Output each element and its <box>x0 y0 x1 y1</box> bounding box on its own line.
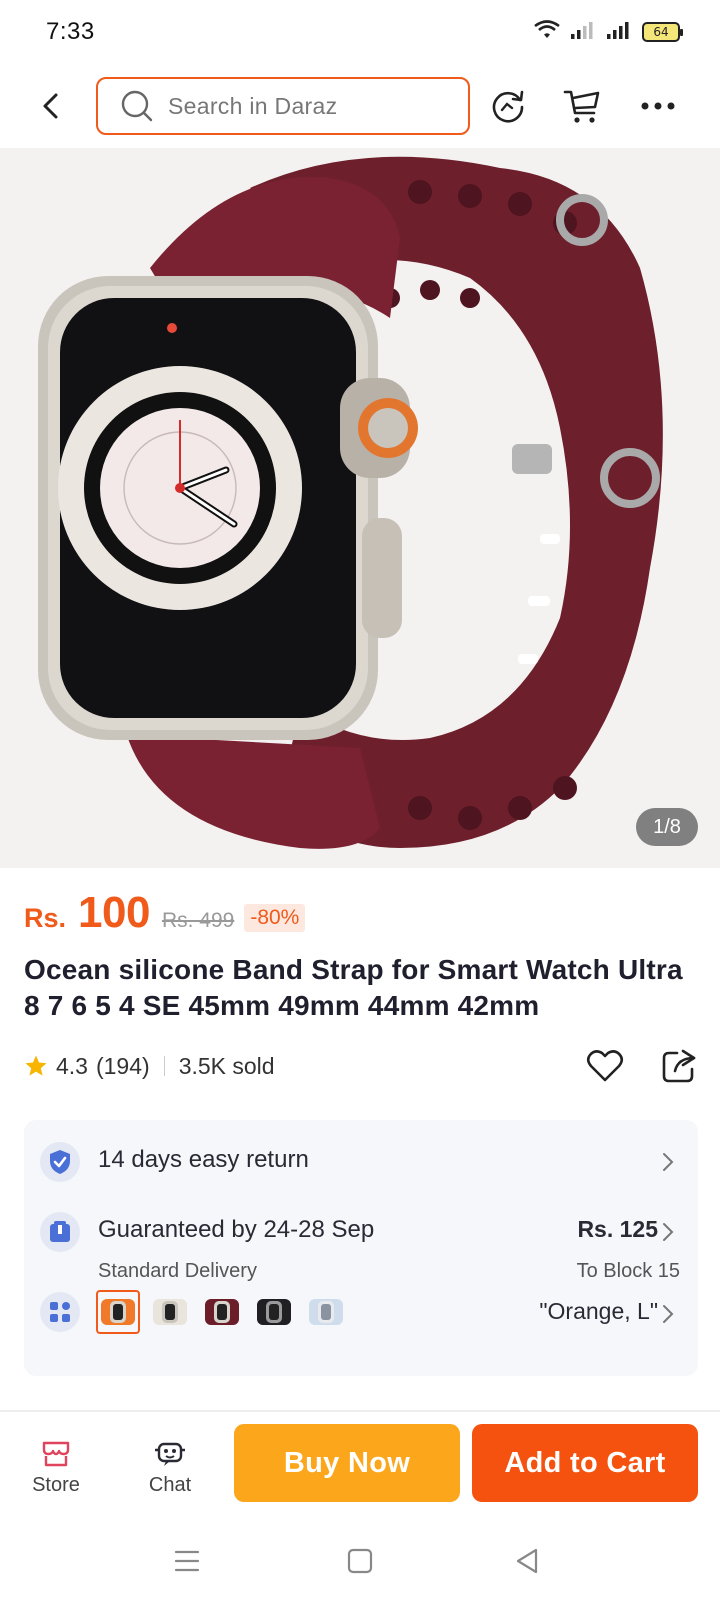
search-icon <box>121 90 153 122</box>
system-nav-bar <box>0 1520 720 1600</box>
chat-button[interactable]: Chat <box>130 1440 210 1497</box>
square-icon <box>347 1548 373 1574</box>
product-title: Ocean silicone Band Strap for Smart Watc… <box>24 954 683 1021</box>
delivery-type: Standard Delivery <box>98 1260 257 1282</box>
swatch-starlight[interactable] <box>148 1290 192 1334</box>
share-button[interactable] <box>658 1045 700 1087</box>
delivery-row[interactable]: Guaranteed by 24-28 Sep Standard Deliver… <box>24 1212 698 1302</box>
wifi-icon <box>534 19 560 45</box>
original-price: Rs. 499 <box>161 909 235 932</box>
review-count[interactable]: (194) <box>96 1053 150 1080</box>
watch-swatch-icon <box>153 1299 187 1325</box>
rating-actions <box>584 1045 700 1087</box>
chevron-right-icon <box>662 1151 678 1173</box>
refresh-icon <box>492 90 524 123</box>
store-icon <box>42 1441 70 1467</box>
grid-icon <box>40 1292 80 1332</box>
shield-check-icon <box>40 1142 80 1182</box>
chevron-left-icon <box>43 93 58 119</box>
system-back-button[interactable] <box>512 1546 542 1576</box>
current-price: 100 <box>78 888 150 937</box>
swatch-wine[interactable] <box>200 1290 244 1334</box>
image-counter: 1/8 <box>636 808 698 846</box>
back-button[interactable] <box>30 86 70 126</box>
signal-icon <box>570 20 596 45</box>
discount-badge: -80% <box>244 904 306 932</box>
menu-button[interactable] <box>172 1546 202 1576</box>
swatch-light-blue[interactable] <box>304 1290 348 1334</box>
watch-swatch-icon <box>309 1299 343 1325</box>
delivery-price: Rs. 125 <box>577 1216 658 1242</box>
search-input[interactable]: Search in Daraz <box>96 77 470 135</box>
store-label: Store <box>32 1474 80 1496</box>
watch-swatch-icon <box>101 1299 135 1325</box>
add-to-cart-button[interactable]: Add to Cart <box>472 1424 698 1502</box>
swatch-orange[interactable] <box>96 1290 140 1334</box>
more-icon <box>641 102 675 110</box>
returns-row[interactable]: 14 days easy return <box>24 1142 698 1182</box>
bottom-action-bar: Store Chat Buy Now Add to Cart <box>0 1412 720 1520</box>
currency-label: Rs. <box>24 903 67 933</box>
menu-icon <box>174 1550 200 1572</box>
refresh-button[interactable] <box>486 84 530 128</box>
cart-button[interactable] <box>560 84 604 128</box>
wishlist-button[interactable] <box>584 1045 626 1087</box>
returns-label: 14 days easy return <box>98 1146 309 1173</box>
variant-selected: "Orange, L" <box>539 1298 658 1324</box>
buy-now-button[interactable]: Buy Now <box>234 1424 460 1502</box>
triangle-back-icon <box>516 1548 538 1574</box>
rating-value: 4.3 <box>56 1052 88 1079</box>
heart-icon <box>586 1050 624 1082</box>
delivery-location: To Block 15 <box>576 1260 680 1282</box>
sold-count: 3.5K sold <box>178 1052 275 1079</box>
store-button[interactable]: Store <box>16 1440 96 1497</box>
signal-icon-2 <box>606 20 632 45</box>
status-bar: 7:33 64 <box>0 0 720 64</box>
home-button[interactable] <box>345 1546 375 1576</box>
delivery-title: Guaranteed by 24-28 Sep <box>98 1216 375 1243</box>
chevron-right-icon <box>662 1303 678 1325</box>
watch-swatch-icon <box>257 1299 291 1325</box>
more-button[interactable] <box>636 84 680 128</box>
variant-row[interactable]: "Orange, L" <box>24 1290 698 1336</box>
price-row: Rs. 100 Rs. 499 -80% <box>24 888 306 938</box>
search-placeholder: Search in Daraz <box>168 92 338 119</box>
watch-swatch-icon <box>205 1299 239 1325</box>
share-icon <box>662 1049 696 1083</box>
swatch-black[interactable] <box>252 1290 296 1334</box>
product-image[interactable]: 1/8 <box>0 148 720 868</box>
status-icons: 64 <box>534 19 683 45</box>
info-card: 14 days easy return Guaranteed by 24-28 … <box>24 1120 698 1376</box>
status-time: 7:33 <box>46 18 95 45</box>
star-icon <box>25 1055 47 1076</box>
divider <box>163 1056 165 1076</box>
delivery-box-icon <box>40 1212 80 1252</box>
chat-bot-icon <box>155 1442 185 1466</box>
product-photo <box>38 156 663 849</box>
chat-label: Chat <box>148 1474 192 1496</box>
top-nav: Search in Daraz <box>0 70 720 142</box>
rating-row: 4.3 (194) 3.5K sold <box>24 1046 700 1086</box>
battery-icon: 64 <box>642 22 683 42</box>
chevron-right-icon <box>662 1221 678 1243</box>
cart-icon <box>563 90 600 123</box>
